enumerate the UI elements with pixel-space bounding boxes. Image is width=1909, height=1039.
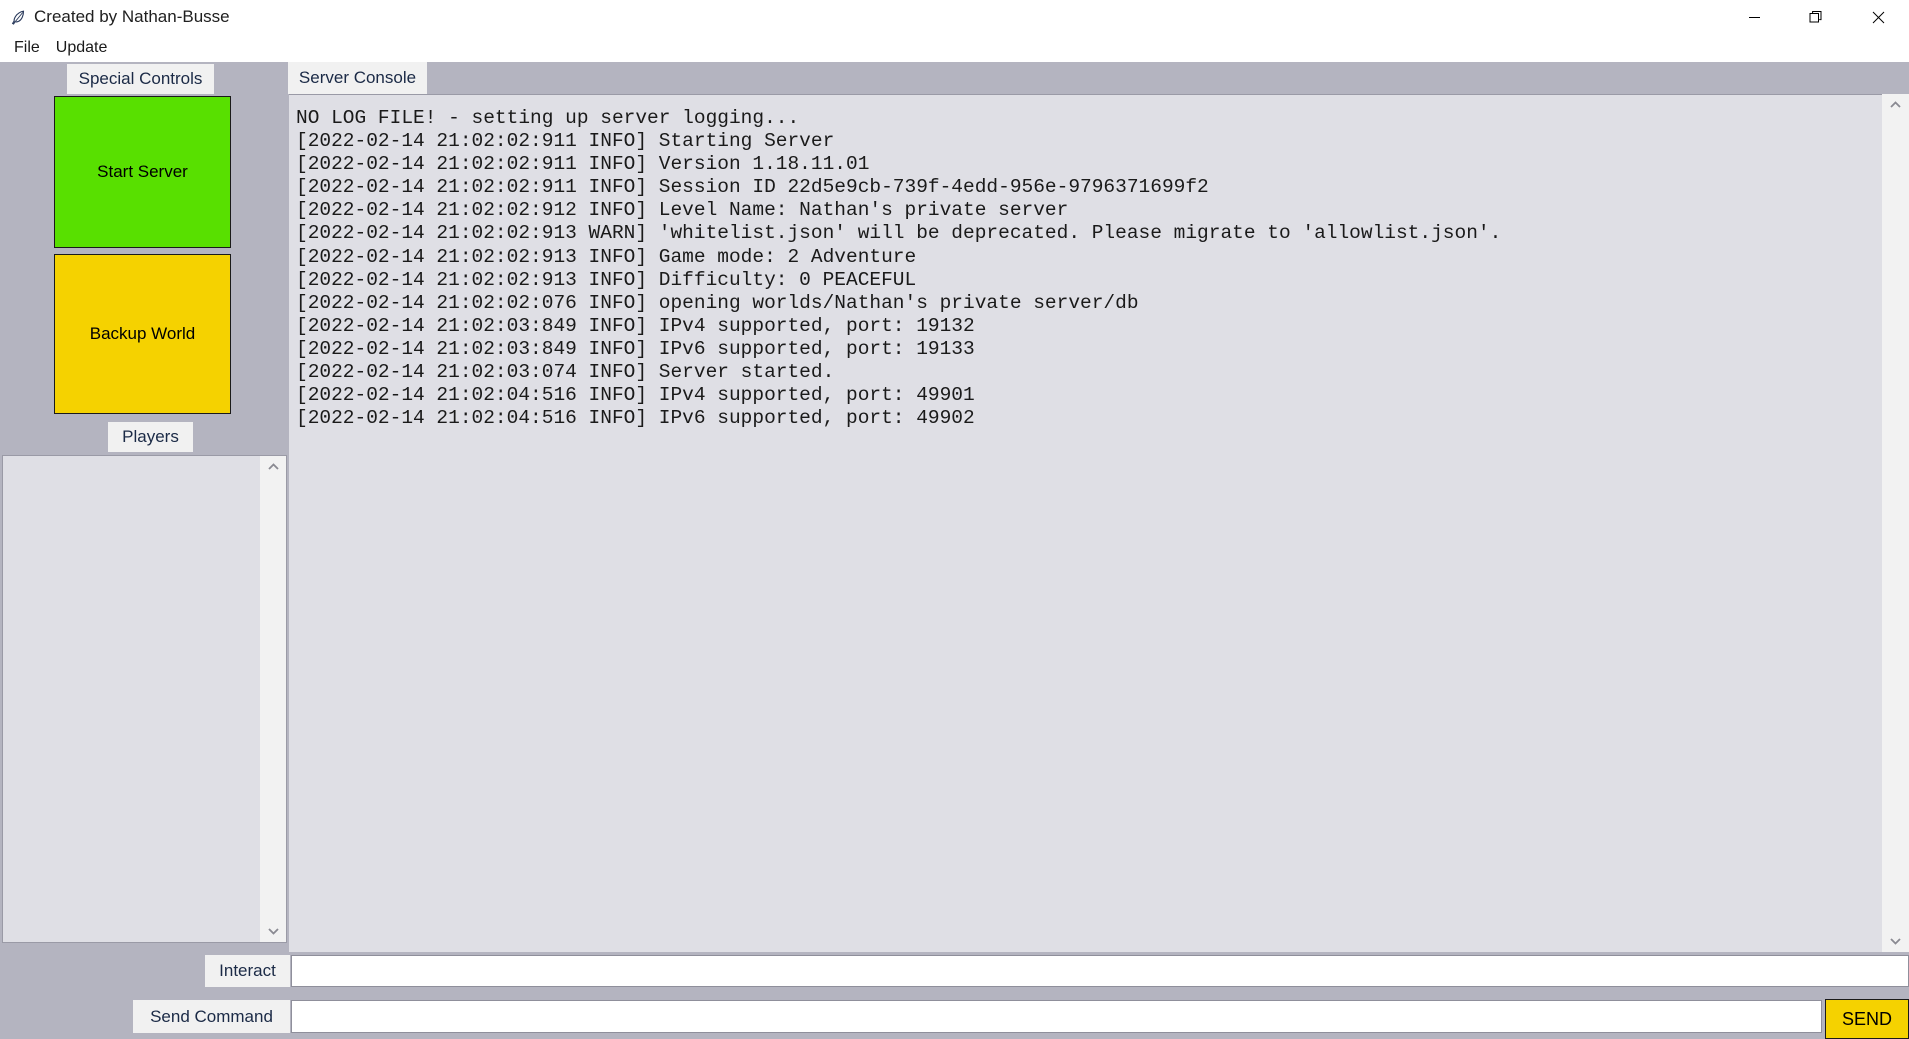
server-console-output[interactable]: NO LOG FILE! - setting up server logging…: [289, 94, 1909, 952]
maximize-button[interactable]: [1785, 0, 1847, 34]
scroll-up-arrow-players[interactable]: [260, 456, 286, 478]
console-log-text: NO LOG FILE! - setting up server logging…: [296, 107, 1502, 430]
window-controls: [1723, 0, 1909, 34]
minimize-button[interactable]: [1723, 0, 1785, 34]
window-title: Created by Nathan-Busse: [34, 7, 230, 26]
scroll-down-arrow-players[interactable]: [260, 920, 286, 942]
tab-special-controls[interactable]: Special Controls: [67, 64, 214, 94]
interact-input[interactable]: [291, 955, 1909, 987]
players-scroll-track[interactable]: [260, 478, 286, 920]
chevron-down-icon: [1890, 938, 1901, 945]
title-bar: Created by Nathan-Busse: [0, 0, 1909, 34]
restore-icon: [1809, 11, 1822, 23]
console-scrollbar[interactable]: [1882, 94, 1909, 952]
command-input[interactable]: [291, 1000, 1822, 1033]
tab-players[interactable]: Players: [108, 422, 193, 452]
minimize-icon: [1748, 16, 1760, 18]
chevron-down-icon: [267, 928, 279, 935]
menu-item-update[interactable]: Update: [50, 36, 114, 60]
console-scroll-track[interactable]: [1882, 116, 1909, 930]
application-window: Created by Nathan-Busse File Update Spec…: [0, 0, 1909, 1039]
start-server-button[interactable]: Start Server: [54, 96, 231, 248]
close-icon: [1872, 11, 1884, 23]
close-button[interactable]: [1847, 0, 1909, 34]
players-list-scrollbar[interactable]: [260, 456, 286, 942]
chevron-up-icon: [1890, 101, 1901, 108]
send-button[interactable]: SEND: [1825, 999, 1909, 1039]
players-list[interactable]: [2, 455, 287, 943]
tab-server-console[interactable]: Server Console: [288, 62, 427, 94]
backup-world-button[interactable]: Backup World: [54, 254, 231, 414]
send-command-label[interactable]: Send Command: [133, 1000, 290, 1033]
chevron-up-icon: [267, 463, 279, 470]
scroll-down-arrow-console[interactable]: [1882, 930, 1909, 952]
interact-label[interactable]: Interact: [205, 955, 290, 987]
quill-feather-icon: [8, 7, 28, 27]
menu-item-file[interactable]: File: [8, 36, 46, 60]
scroll-up-arrow-console[interactable]: [1882, 94, 1909, 116]
menu-bar: File Update: [0, 34, 1909, 62]
